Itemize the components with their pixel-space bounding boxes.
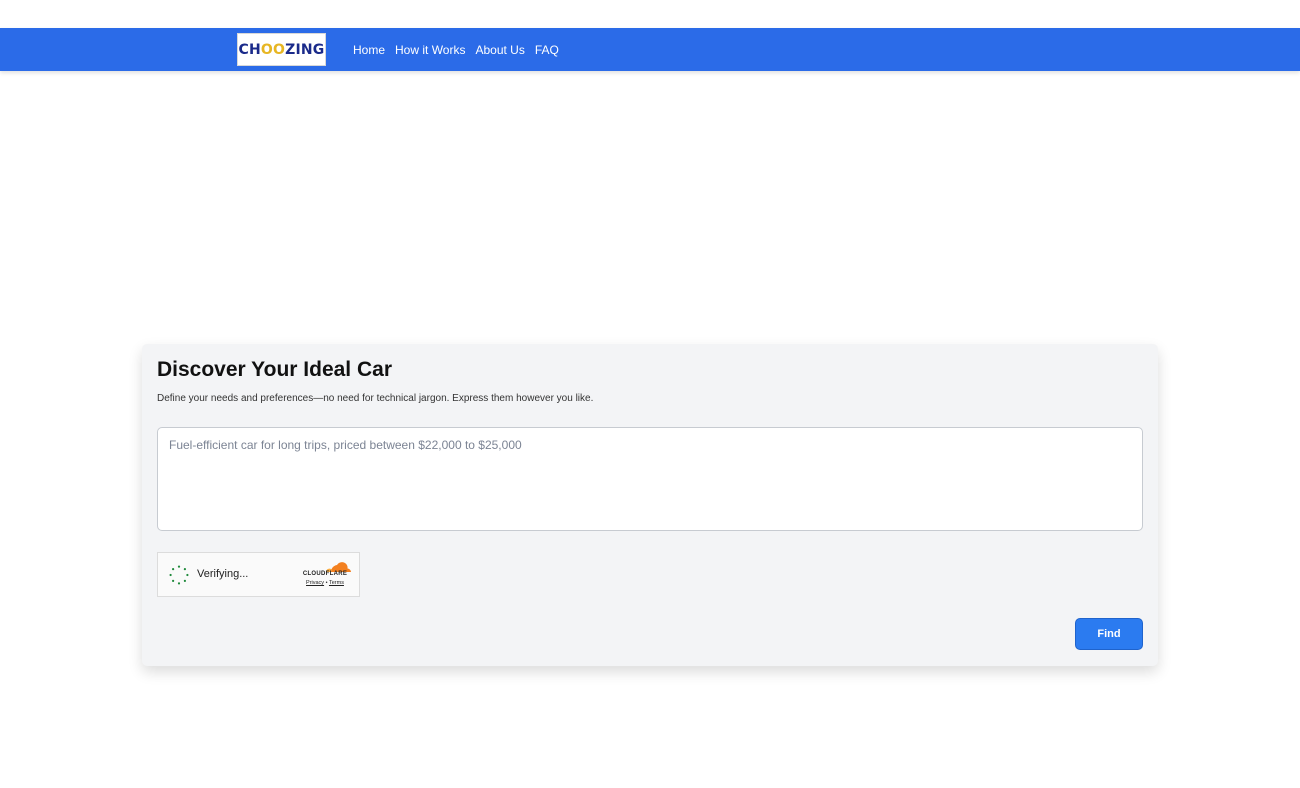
cloudflare-turnstile-widget[interactable]: Verifying... CLOUDFLARE Privacy • Terms bbox=[157, 552, 360, 597]
find-button[interactable]: Find bbox=[1075, 618, 1143, 650]
nav-faq-link[interactable]: FAQ bbox=[535, 43, 559, 57]
main-nav: Home How it Works About Us FAQ bbox=[348, 28, 564, 71]
page-subtitle: Define your needs and preferences—no nee… bbox=[157, 393, 594, 404]
loading-spinner-icon bbox=[169, 565, 189, 585]
cloudflare-links: Privacy • Terms bbox=[298, 580, 352, 586]
top-navbar: CH OO ZING Home How it Works About Us FAQ bbox=[0, 28, 1300, 71]
choozing-logo[interactable]: CH OO ZING bbox=[237, 33, 326, 66]
cloudflare-terms-link[interactable]: Terms bbox=[329, 580, 344, 586]
cloudflare-link-separator: • bbox=[325, 580, 328, 586]
search-card: Discover Your Ideal Car Define your need… bbox=[142, 344, 1158, 666]
cloudflare-privacy-link[interactable]: Privacy bbox=[306, 580, 324, 586]
cloudflare-wordmark: CLOUDFLARE bbox=[302, 571, 348, 577]
nav-home-link[interactable]: Home bbox=[353, 43, 385, 57]
nav-about-us-link[interactable]: About Us bbox=[475, 43, 524, 57]
nav-how-it-works-link[interactable]: How it Works bbox=[395, 43, 465, 57]
captcha-status: Verifying... bbox=[197, 568, 249, 580]
car-needs-input[interactable] bbox=[157, 427, 1143, 531]
page-title: Discover Your Ideal Car bbox=[157, 358, 392, 381]
logo-wordmark: CH OO ZING bbox=[238, 41, 325, 58]
